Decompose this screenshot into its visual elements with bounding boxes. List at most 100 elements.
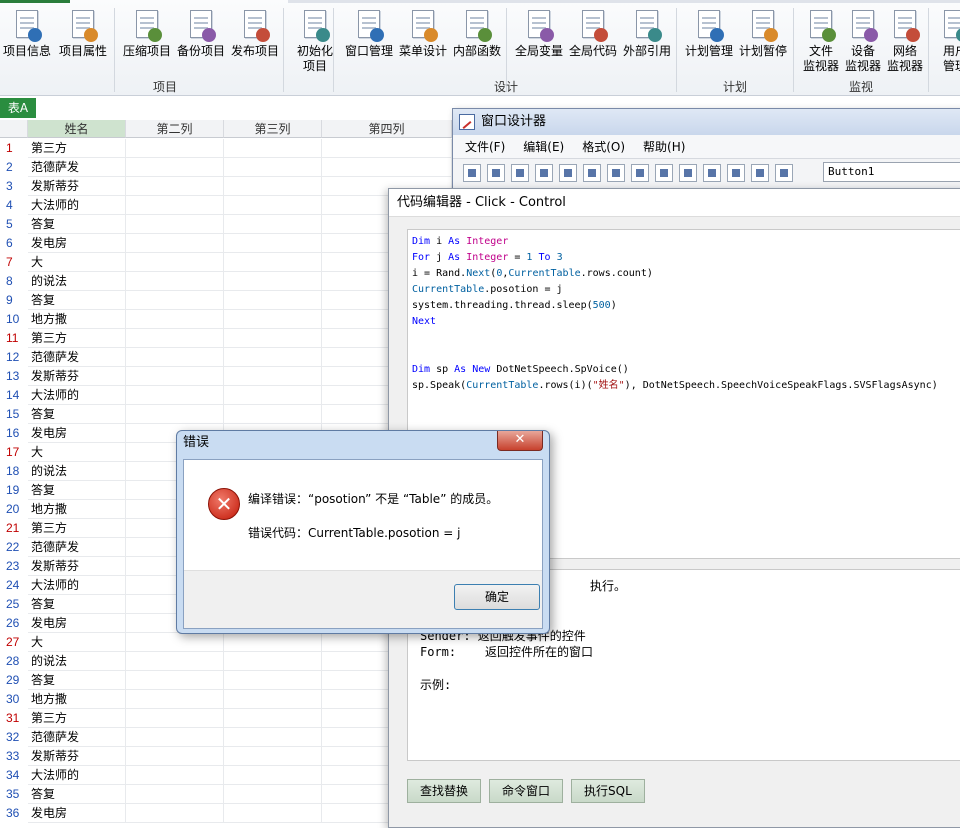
empty-cell[interactable] (126, 785, 224, 804)
menu-edit[interactable]: 编辑(E) (523, 135, 564, 158)
ribbon-button[interactable]: 压缩项目 (120, 8, 174, 74)
empty-cell[interactable] (126, 671, 224, 690)
row-number[interactable]: 8 (0, 272, 28, 291)
empty-cell[interactable] (322, 139, 452, 158)
ribbon-button[interactable]: 备份项目 (174, 8, 228, 74)
empty-cell[interactable] (126, 652, 224, 671)
ribbon-button[interactable]: 网络 监视器 (884, 8, 926, 74)
row-number[interactable]: 21 (0, 519, 28, 538)
row-number[interactable]: 16 (0, 424, 28, 443)
empty-cell[interactable] (126, 367, 224, 386)
row-number[interactable]: 19 (0, 481, 28, 500)
empty-cell[interactable] (126, 348, 224, 367)
empty-cell[interactable] (224, 291, 322, 310)
name-cell[interactable]: 第三方 (28, 709, 126, 728)
row-number[interactable]: 2 (0, 158, 28, 177)
empty-cell[interactable] (224, 177, 322, 196)
name-cell[interactable]: 范德萨发 (28, 348, 126, 367)
name-cell[interactable]: 答复 (28, 785, 126, 804)
column-header[interactable]: 第三列 (224, 120, 322, 138)
empty-cell[interactable] (224, 405, 322, 424)
copy-icon[interactable] (535, 164, 553, 182)
empty-cell[interactable] (224, 690, 322, 709)
empty-cell[interactable] (224, 348, 322, 367)
align-right-icon[interactable] (607, 164, 625, 182)
row-number[interactable]: 25 (0, 595, 28, 614)
empty-cell[interactable] (224, 671, 322, 690)
empty-cell[interactable] (126, 291, 224, 310)
row-number[interactable]: 32 (0, 728, 28, 747)
table-row[interactable]: 1 第三方 (0, 139, 480, 158)
name-cell[interactable]: 发电房 (28, 804, 126, 823)
row-number[interactable]: 9 (0, 291, 28, 310)
ok-button[interactable]: 确定 (454, 584, 540, 610)
ribbon-button[interactable]: 全局变量 (512, 8, 566, 74)
row-number[interactable]: 6 (0, 234, 28, 253)
column-header[interactable]: 第二列 (126, 120, 224, 138)
row-number[interactable]: 13 (0, 367, 28, 386)
name-cell[interactable]: 答复 (28, 595, 126, 614)
row-number[interactable]: 15 (0, 405, 28, 424)
ribbon-button[interactable]: 窗口管理 (342, 8, 396, 74)
name-cell[interactable]: 第三方 (28, 519, 126, 538)
name-cell[interactable]: 第三方 (28, 139, 126, 158)
row-number[interactable]: 31 (0, 709, 28, 728)
undo-icon[interactable] (559, 164, 577, 182)
empty-cell[interactable] (224, 728, 322, 747)
empty-cell[interactable] (224, 310, 322, 329)
save-icon[interactable] (463, 164, 481, 182)
ribbon-button[interactable]: 计划暂停 (736, 8, 790, 74)
empty-cell[interactable] (224, 766, 322, 785)
name-cell[interactable]: 地方撒 (28, 500, 126, 519)
name-cell[interactable]: 范德萨发 (28, 728, 126, 747)
name-cell[interactable]: 的说法 (28, 652, 126, 671)
empty-cell[interactable] (224, 367, 322, 386)
name-cell[interactable]: 大法师的 (28, 576, 126, 595)
row-number[interactable]: 24 (0, 576, 28, 595)
name-cell[interactable]: 地方撒 (28, 690, 126, 709)
empty-cell[interactable] (126, 709, 224, 728)
ribbon-button[interactable]: 菜单设计 (396, 8, 450, 74)
name-cell[interactable]: 第三方 (28, 329, 126, 348)
window-designer-titlebar[interactable]: 窗口设计器 (453, 109, 960, 135)
empty-cell[interactable] (126, 405, 224, 424)
empty-cell[interactable] (126, 177, 224, 196)
align-top-icon[interactable] (631, 164, 649, 182)
empty-cell[interactable] (224, 652, 322, 671)
row-number[interactable]: 36 (0, 804, 28, 823)
name-cell[interactable]: 范德萨发 (28, 158, 126, 177)
row-number[interactable]: 10 (0, 310, 28, 329)
ribbon-button[interactable]: 项目信息 (0, 8, 54, 74)
empty-cell[interactable] (224, 386, 322, 405)
control-selector[interactable]: Button1 (823, 162, 960, 182)
vertical-spacing-icon[interactable] (751, 164, 769, 182)
name-cell[interactable]: 答复 (28, 291, 126, 310)
name-cell[interactable]: 答复 (28, 671, 126, 690)
align-left-icon[interactable] (583, 164, 601, 182)
empty-cell[interactable] (126, 310, 224, 329)
name-cell[interactable]: 发斯蒂芬 (28, 747, 126, 766)
name-cell[interactable]: 大法师的 (28, 196, 126, 215)
ribbon-button[interactable]: 文件 监视器 (800, 8, 842, 74)
empty-cell[interactable] (224, 215, 322, 234)
name-cell[interactable]: 大 (28, 443, 126, 462)
empty-cell[interactable] (224, 139, 322, 158)
name-cell[interactable]: 大法师的 (28, 386, 126, 405)
name-cell[interactable]: 大 (28, 253, 126, 272)
row-number[interactable]: 20 (0, 500, 28, 519)
name-cell[interactable]: 大法师的 (28, 766, 126, 785)
empty-cell[interactable] (224, 804, 322, 823)
name-cell[interactable]: 答复 (28, 405, 126, 424)
empty-cell[interactable] (126, 139, 224, 158)
align-bottom-icon[interactable] (655, 164, 673, 182)
empty-cell[interactable] (224, 709, 322, 728)
row-number[interactable]: 3 (0, 177, 28, 196)
ribbon-button[interactable]: 计划管理 (682, 8, 736, 74)
empty-cell[interactable] (126, 633, 224, 652)
empty-cell[interactable] (126, 747, 224, 766)
grid-corner[interactable] (0, 120, 28, 138)
empty-cell[interactable] (224, 785, 322, 804)
empty-cell[interactable] (126, 234, 224, 253)
row-number[interactable]: 17 (0, 443, 28, 462)
menu-format[interactable]: 格式(O) (582, 135, 625, 158)
